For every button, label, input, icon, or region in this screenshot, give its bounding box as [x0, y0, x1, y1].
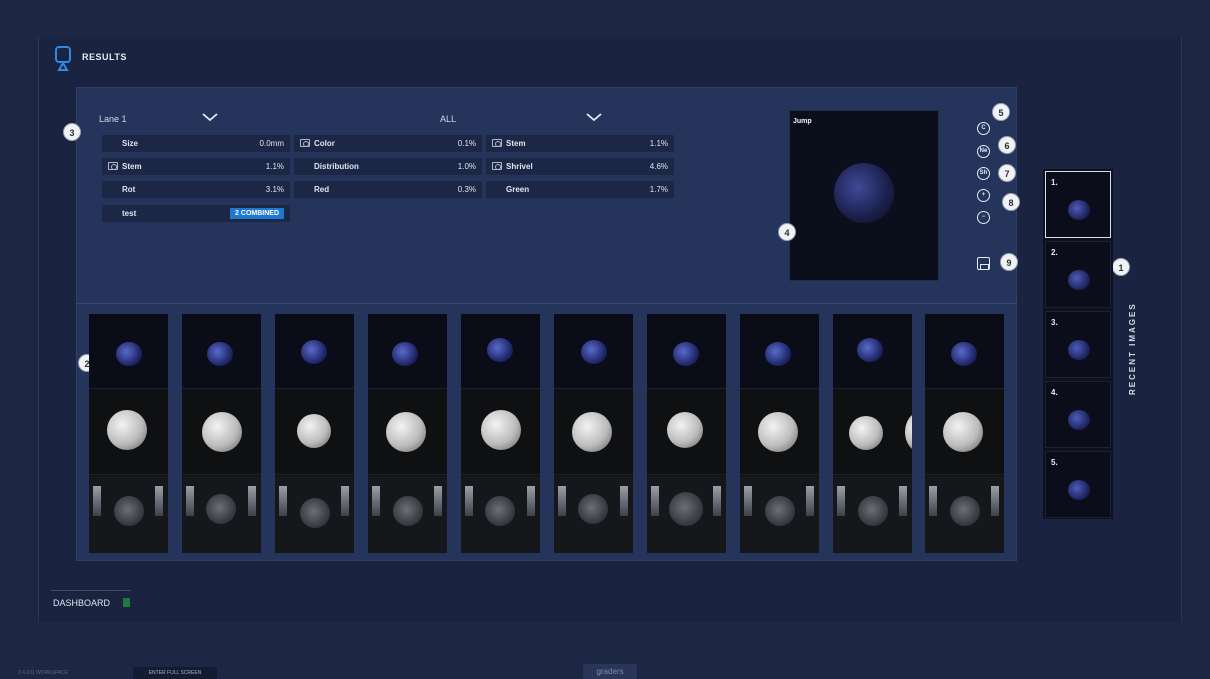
metric-name: Stem [122, 162, 142, 171]
recent-image-thumb[interactable]: 5. [1045, 451, 1111, 518]
zoom-in-icon[interactable]: + [977, 189, 990, 202]
metric-rot[interactable]: Rot 3.1% [102, 181, 290, 198]
metric-name: Rot [122, 185, 136, 194]
metric-green[interactable]: Green 1.7% [486, 181, 674, 198]
metric-shrivel[interactable]: Shrivel 4.6% [486, 158, 674, 175]
camera-icon [108, 162, 118, 170]
thumb-label: 4. [1051, 388, 1058, 397]
image-strip[interactable] [89, 314, 168, 553]
metric-name: test [122, 209, 137, 218]
metric-size[interactable]: Size 0.0mm [102, 135, 290, 152]
metric-value: 1.1% [649, 139, 668, 148]
metric-value: 1.0% [457, 162, 476, 171]
results-icon [55, 46, 71, 71]
metric-value: 0.0mm [259, 139, 284, 148]
chevron-down-icon[interactable] [202, 112, 218, 122]
save-icon[interactable] [977, 257, 990, 270]
metric-value: 3.1% [265, 185, 284, 194]
ne-mode-icon[interactable]: Ne [977, 145, 990, 158]
metric-name: Red [314, 185, 330, 194]
metric-name: Shrivel [506, 162, 533, 171]
image-strip[interactable] [182, 314, 261, 553]
image-strip[interactable] [647, 314, 726, 553]
metric-name: Green [506, 185, 530, 194]
callout-8: 8 [1002, 193, 1020, 211]
top-bar [0, 0, 1210, 37]
preview-berry [834, 163, 894, 223]
camera-icon [492, 162, 502, 170]
metric-name: Size [122, 139, 139, 148]
page-title: RESULTS [82, 52, 127, 62]
callout-3: 3 [63, 123, 81, 141]
metric-value: 0.1% [457, 139, 476, 148]
preview-image[interactable] [789, 110, 939, 281]
image-strip[interactable] [275, 314, 354, 553]
dashboard-divider [51, 590, 131, 591]
dashboard-link[interactable]: DASHBOARD [53, 598, 110, 608]
metric-stem[interactable]: Stem 1.1% [486, 135, 674, 152]
recent-image-thumb[interactable]: 2. [1045, 241, 1111, 308]
metric-color[interactable]: Color 0.1% [294, 135, 482, 152]
metric-value: 1.1% [265, 162, 284, 171]
image-strip[interactable] [925, 314, 1004, 553]
callout-4: 4 [778, 223, 796, 241]
metric-test[interactable]: test 2 COMBINED [102, 205, 290, 222]
camera-icon [492, 139, 502, 147]
metric-name: Stem [506, 139, 526, 148]
category-select[interactable]: ALL [440, 114, 456, 124]
thumb-label: 5. [1051, 458, 1058, 467]
metric-value: 1.7% [649, 185, 668, 194]
color-mode-icon[interactable]: C [977, 122, 990, 135]
dashboard-status-indicator [123, 598, 130, 607]
thumb-label: 2. [1051, 248, 1058, 257]
metric-value: 4.6% [649, 162, 668, 171]
brand-logo: graders [583, 664, 637, 679]
recent-image-thumb[interactable]: 1. [1045, 171, 1111, 238]
metric-red[interactable]: Red 0.3% [294, 181, 482, 198]
callout-5: 5 [992, 103, 1010, 121]
metric-value: 0.3% [457, 185, 476, 194]
zoom-out-icon[interactable]: − [977, 211, 990, 224]
callout-1: 1 [1112, 258, 1130, 276]
metric-name: Color [314, 139, 335, 148]
recent-image-thumb[interactable]: 3. [1045, 311, 1111, 378]
recent-image-thumb[interactable]: 4. [1045, 381, 1111, 448]
image-strip[interactable] [833, 314, 912, 553]
shrivel-mode-icon[interactable]: Sh [977, 167, 990, 180]
combined-badge[interactable]: 2 COMBINED [230, 208, 284, 219]
image-strip[interactable] [368, 314, 447, 553]
callout-9: 9 [1000, 253, 1018, 271]
fullscreen-button[interactable]: ENTER FULL SCREEN [133, 667, 217, 679]
metric-stem[interactable]: Stem 1.1% [102, 158, 290, 175]
panel-divider [76, 303, 1017, 304]
metric-distribution[interactable]: Distribution 1.0% [294, 158, 482, 175]
recent-images-title: RECENT IMAGES [1128, 302, 1137, 395]
image-strip[interactable] [554, 314, 633, 553]
callout-7: 7 [998, 164, 1016, 182]
thumb-label: 1. [1051, 178, 1058, 187]
callout-6: 6 [998, 136, 1016, 154]
camera-icon [300, 139, 310, 147]
thumb-label: 3. [1051, 318, 1058, 327]
preview-title: Jump [793, 118, 812, 125]
version-text: 2.4.101 WORKSPACE [18, 670, 69, 676]
lane-select[interactable]: Lane 1 [99, 114, 127, 124]
image-strip[interactable] [461, 314, 540, 553]
image-strip[interactable] [740, 314, 819, 553]
metric-name: Distribution [314, 162, 359, 171]
chevron-down-icon[interactable] [586, 112, 602, 122]
